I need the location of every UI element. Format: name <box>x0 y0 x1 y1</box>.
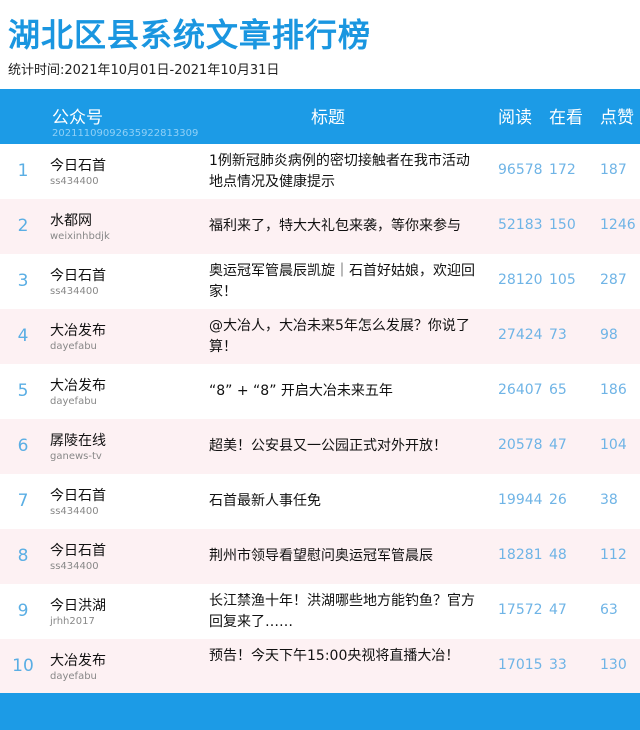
row-watching: 26 <box>549 492 567 508</box>
table-row[interactable]: 2 水都网 weixinhbdjk 福利来了，特大大礼包来袭，等你来参与 52183 15… <box>0 199 640 254</box>
ranking-page: 湖北区县系统文章排行榜 统计时间:2021年10月01日-2021年10月31日… <box>0 0 640 730</box>
row-likes: 38 <box>600 492 618 508</box>
row-watching: 105 <box>549 272 576 288</box>
row-article-title[interactable]: 奥运冠军管晨辰凯旋｜石首好姑娘，欢迎回家！ <box>209 261 479 303</box>
table-row[interactable]: 9 今日洪湖 jrhh2017 长江禁渔十年！洪湖哪些地方能钓鱼？官方回复来了…… 17… <box>0 584 640 639</box>
row-rank: 1 <box>17 161 29 181</box>
row-rank: 10 <box>12 656 34 676</box>
row-reads: 17015 <box>498 657 543 673</box>
row-reads: 17572 <box>498 602 543 618</box>
row-reads: 27424 <box>498 327 543 343</box>
header-watching: 在看 <box>549 108 583 128</box>
table-row[interactable]: 7 今日石首 ss434400 石首最新人事任免 19944 26 38 <box>0 474 640 529</box>
row-article-title[interactable]: 荆州市领导看望慰问奥运冠军管晨辰 <box>209 546 479 567</box>
row-rank: 9 <box>17 601 29 621</box>
header-account-id: 20211109092635922813309 <box>52 128 199 139</box>
row-account-name[interactable]: 今日石首 <box>50 540 106 560</box>
table-row[interactable]: 3 今日石首 ss434400 奥运冠军管晨辰凯旋｜石首好姑娘，欢迎回家！ 28120 1… <box>0 254 640 309</box>
header-likes: 点赞 <box>600 108 634 128</box>
row-likes: 287 <box>600 272 627 288</box>
row-article-title[interactable]: 预告！今天下午15:00央视将直播大冶！ <box>209 646 479 667</box>
row-watching: 48 <box>549 547 567 563</box>
row-reads: 26407 <box>498 382 543 398</box>
table-row[interactable]: 10 大冶发布 dayefabu 预告！今天下午15:00央视将直播大冶！ 17015 3… <box>0 639 640 694</box>
row-article-title[interactable]: 石首最新人事任免 <box>209 491 479 512</box>
row-article-title[interactable]: 长江禁渔十年！洪湖哪些地方能钓鱼？官方回复来了…… <box>209 591 479 633</box>
row-article-title[interactable]: @大冶人，大冶未来5年怎么发展？你说了算！ <box>209 316 479 358</box>
row-reads: 20578 <box>498 437 543 453</box>
page-title: 湖北区县系统文章排行榜 <box>8 16 372 54</box>
row-watching: 33 <box>549 657 567 673</box>
row-account-name[interactable]: 水都网 <box>50 210 92 230</box>
row-rank: 6 <box>17 436 29 456</box>
row-rank: 4 <box>17 326 29 346</box>
row-article-title[interactable]: “8” + “8” 开启大冶未来五年 <box>209 381 479 402</box>
table-row[interactable]: 6 孱陵在线 ganews-tv 超美！公安县又一公园正式对外开放！ 20578 47 10… <box>0 419 640 474</box>
row-likes: 112 <box>600 547 627 563</box>
row-likes: 187 <box>600 162 627 178</box>
row-article-title[interactable]: 1例新冠肺炎病例的密切接触者在我市活动地点情况及健康提示 <box>209 151 479 193</box>
row-article-title[interactable]: 福利来了，特大大礼包来袭，等你来参与 <box>209 216 479 237</box>
table-header: 公众号 20211109092635922813309 标题 阅读 在看 点赞 <box>0 89 640 144</box>
row-account-id: ss434400 <box>50 561 99 572</box>
row-watching: 172 <box>549 162 576 178</box>
row-reads: 96578 <box>498 162 543 178</box>
row-account-id: jrhh2017 <box>50 616 95 627</box>
table-footer <box>0 693 640 730</box>
row-account-name[interactable]: 今日洪湖 <box>50 595 106 615</box>
row-watching: 73 <box>549 327 567 343</box>
row-account-id: ss434400 <box>50 176 99 187</box>
row-likes: 130 <box>600 657 627 673</box>
row-article-title[interactable]: 超美！公安县又一公园正式对外开放！ <box>209 436 479 457</box>
table-row[interactable]: 5 大冶发布 dayefabu “8” + “8” 开启大冶未来五年 26407 65 18… <box>0 364 640 419</box>
row-likes: 63 <box>600 602 618 618</box>
row-rank: 8 <box>17 546 29 566</box>
table-row[interactable]: 4 大冶发布 dayefabu @大冶人，大冶未来5年怎么发展？你说了算！ 27424 7… <box>0 309 640 364</box>
table-row[interactable]: 8 今日石首 ss434400 荆州市领导看望慰问奥运冠军管晨辰 18281 48 112 <box>0 529 640 584</box>
row-account-id: ganews-tv <box>50 451 102 462</box>
row-rank: 3 <box>17 271 29 291</box>
row-rank: 7 <box>17 491 29 511</box>
row-rank: 2 <box>17 216 29 236</box>
row-account-name[interactable]: 今日石首 <box>50 485 106 505</box>
row-likes: 186 <box>600 382 627 398</box>
row-rank: 5 <box>17 381 29 401</box>
row-reads: 52183 <box>498 217 543 233</box>
header-account: 公众号 <box>52 108 103 128</box>
row-likes: 1246 <box>600 217 636 233</box>
table-row[interactable]: 1 今日石首 ss434400 1例新冠肺炎病例的密切接触者在我市活动地点情况及健康提… <box>0 144 640 199</box>
row-account-name[interactable]: 今日石首 <box>50 155 106 175</box>
row-watching: 47 <box>549 437 567 453</box>
row-reads: 18281 <box>498 547 543 563</box>
statistics-period: 统计时间:2021年10月01日-2021年10月31日 <box>8 63 280 78</box>
row-account-name[interactable]: 孱陵在线 <box>50 430 106 450</box>
row-account-id: weixinhbdjk <box>50 231 110 242</box>
row-reads: 28120 <box>498 272 543 288</box>
row-account-name[interactable]: 大冶发布 <box>50 320 106 340</box>
header-reads: 阅读 <box>498 108 532 128</box>
row-account-name[interactable]: 大冶发布 <box>50 650 106 670</box>
header-title: 标题 <box>311 108 345 128</box>
row-likes: 98 <box>600 327 618 343</box>
row-account-name[interactable]: 大冶发布 <box>50 375 106 395</box>
row-account-id: dayefabu <box>50 671 97 682</box>
row-account-id: dayefabu <box>50 396 97 407</box>
row-account-id: dayefabu <box>50 341 97 352</box>
row-account-name[interactable]: 今日石首 <box>50 265 106 285</box>
row-reads: 19944 <box>498 492 543 508</box>
row-account-id: ss434400 <box>50 286 99 297</box>
row-account-id: ss434400 <box>50 506 99 517</box>
row-watching: 65 <box>549 382 567 398</box>
row-watching: 47 <box>549 602 567 618</box>
row-watching: 150 <box>549 217 576 233</box>
row-likes: 104 <box>600 437 627 453</box>
